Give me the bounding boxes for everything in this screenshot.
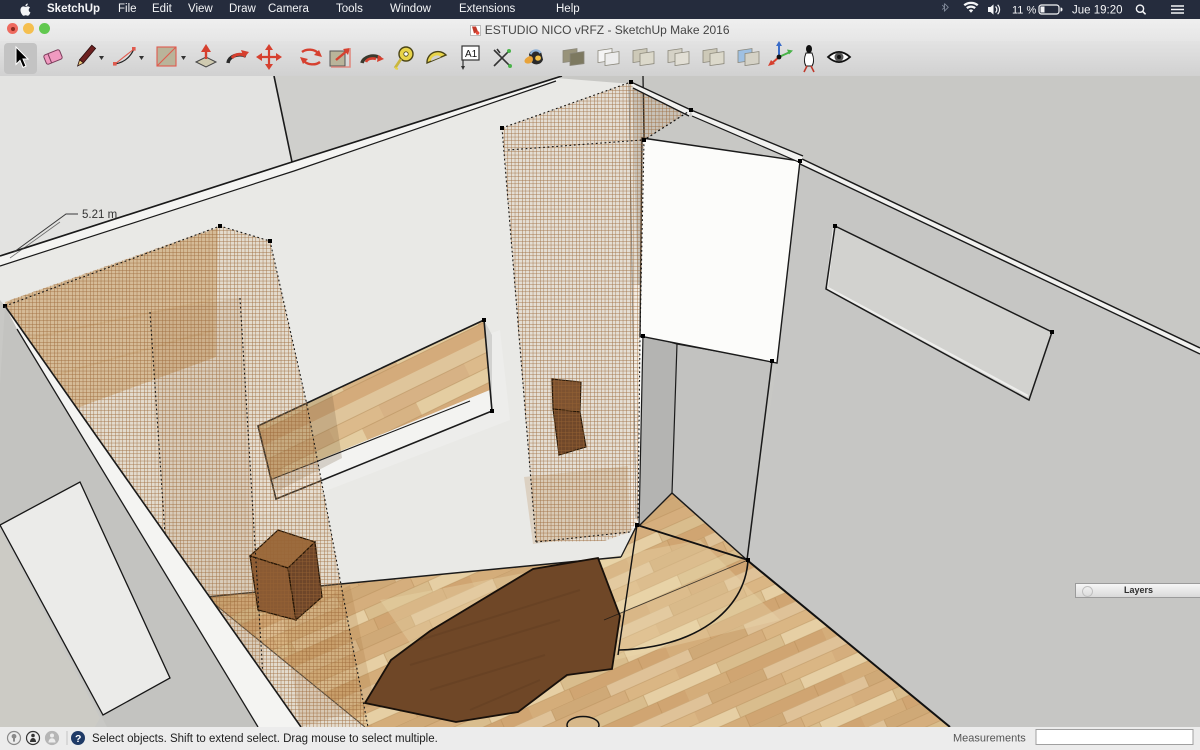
svg-text:Select objects. Shift to exten: Select objects. Shift to extend select. …	[92, 733, 438, 745]
svg-text:?: ?	[75, 733, 81, 745]
svg-text:5.21 m: 5.21 m	[82, 209, 117, 221]
svg-text:Measurements: Measurements	[953, 733, 1026, 745]
svg-text:11 %: 11 %	[1012, 5, 1036, 17]
svg-text:A1: A1	[465, 49, 478, 60]
svg-text:Jue 19:20: Jue 19:20	[1072, 5, 1123, 17]
